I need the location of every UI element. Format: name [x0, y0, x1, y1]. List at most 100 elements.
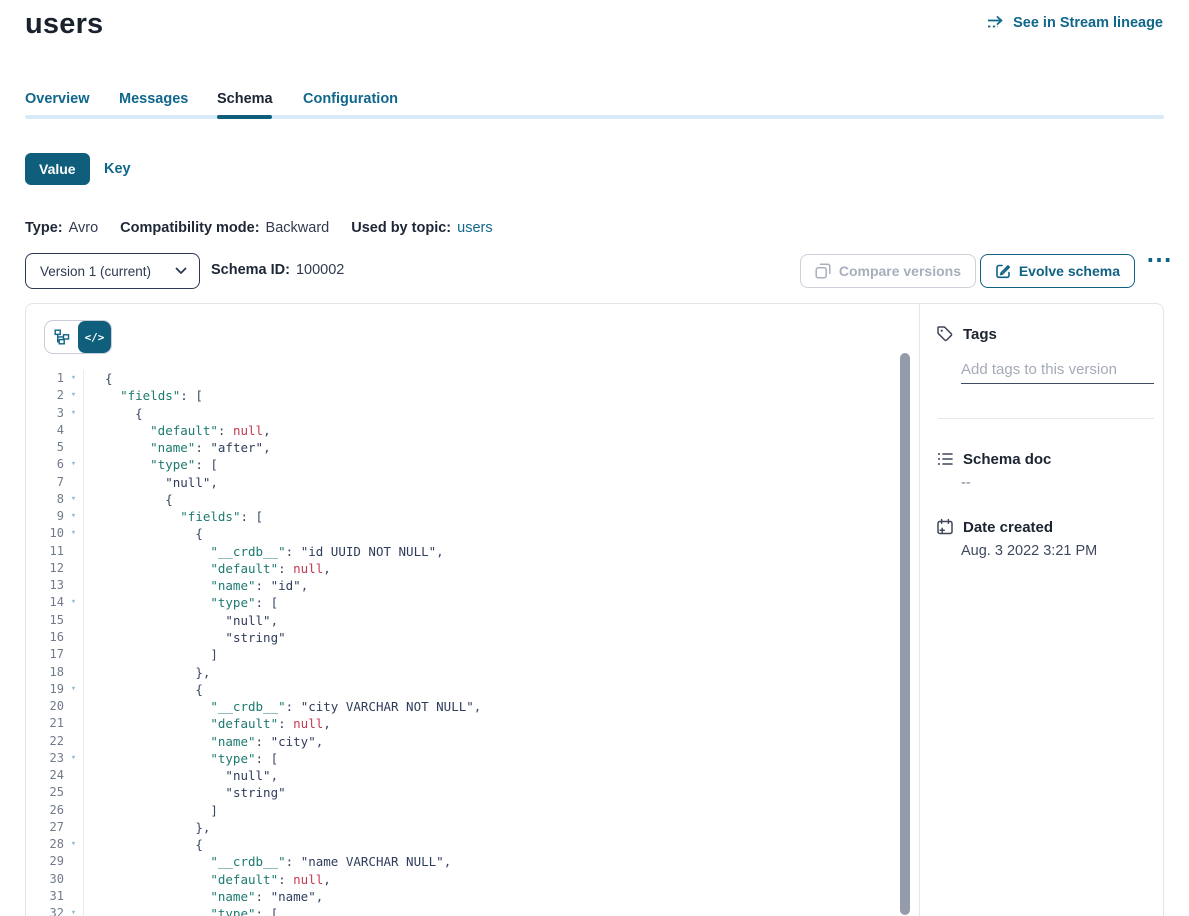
compatibility-value: Backward: [266, 220, 330, 236]
schema-info-sidebar: Tags Schema doc --: [919, 304, 1164, 916]
tab-schema[interactable]: Schema: [217, 91, 273, 107]
line-number: 31: [26, 888, 64, 905]
code-line: 28▾ {: [26, 836, 933, 853]
code-line: 1▾{: [26, 370, 933, 387]
code-text: "type": [: [84, 905, 278, 916]
line-number: 20: [26, 698, 64, 715]
fold-arrow-icon[interactable]: ▾: [64, 905, 84, 916]
fold-gutter: [64, 819, 84, 836]
code-line: 25 "string": [26, 784, 933, 801]
fold-gutter: [64, 733, 84, 750]
tags-section-heading: Tags: [936, 325, 997, 343]
code-line: 30 "default": null,: [26, 871, 933, 888]
line-number: 26: [26, 802, 64, 819]
fold-arrow-icon[interactable]: ▾: [64, 387, 84, 404]
code-line: 8▾ {: [26, 491, 933, 508]
code-line: 17 ]: [26, 646, 933, 663]
line-number: 5: [26, 439, 64, 456]
line-number: 14: [26, 594, 64, 611]
code-text: "null",: [84, 474, 218, 491]
fold-gutter: [64, 715, 84, 732]
stream-lineage-icon: [987, 16, 1006, 31]
code-view-button[interactable]: </>: [78, 321, 111, 353]
schema-id: Schema ID:100002: [211, 262, 344, 278]
code-line: 10▾ {: [26, 525, 933, 542]
line-number: 11: [26, 543, 64, 560]
fold-gutter: [64, 612, 84, 629]
fold-arrow-icon[interactable]: ▾: [64, 525, 84, 542]
line-number: 6: [26, 456, 64, 473]
fold-gutter: [64, 560, 84, 577]
code-text: ]: [84, 802, 218, 819]
line-number: 13: [26, 577, 64, 594]
code-text: "__crdb__": "id UUID NOT NULL",: [84, 543, 444, 560]
line-number: 18: [26, 664, 64, 681]
code-line: 6▾ "type": [: [26, 456, 933, 473]
tree-view-button[interactable]: [45, 321, 78, 353]
fold-arrow-icon[interactable]: ▾: [64, 370, 84, 387]
fold-arrow-icon[interactable]: ▾: [64, 491, 84, 508]
line-number: 12: [26, 560, 64, 577]
code-line: 5 "name": "after",: [26, 439, 933, 456]
code-line: 31 "name": "name",: [26, 888, 933, 905]
add-tags-input[interactable]: [961, 356, 1154, 384]
chevron-down-icon: [175, 267, 187, 275]
line-number: 29: [26, 853, 64, 870]
code-text: "default": null,: [84, 560, 331, 577]
key-toggle-button[interactable]: Key: [104, 161, 131, 177]
code-text: ]: [84, 646, 218, 663]
code-line: 4 "default": null,: [26, 422, 933, 439]
more-actions-button[interactable]: ⋯: [1146, 246, 1173, 272]
fold-gutter: [64, 784, 84, 801]
fold-gutter: [64, 802, 84, 819]
code-line: 12 "default": null,: [26, 560, 933, 577]
fold-gutter: [64, 767, 84, 784]
line-number: 9: [26, 508, 64, 525]
version-select[interactable]: Version 1 (current): [25, 253, 200, 289]
fold-arrow-icon[interactable]: ▾: [64, 594, 84, 611]
date-created-value: Aug. 3 2022 3:21 PM: [961, 543, 1097, 559]
sidebar-divider: [938, 418, 1154, 419]
fold-arrow-icon[interactable]: ▾: [64, 836, 84, 853]
fold-arrow-icon[interactable]: ▾: [64, 405, 84, 422]
code-line: 20 "__crdb__": "city VARCHAR NOT NULL",: [26, 698, 933, 715]
code-line: 19▾ {: [26, 681, 933, 698]
line-number: 24: [26, 767, 64, 784]
code-view-icon: </>: [85, 331, 105, 344]
evolve-schema-button[interactable]: Evolve schema: [980, 254, 1135, 288]
code-line: 29 "__crdb__": "name VARCHAR NULL",: [26, 853, 933, 870]
tab-messages[interactable]: Messages: [119, 91, 188, 107]
fold-gutter: [64, 439, 84, 456]
fold-gutter: [64, 543, 84, 560]
code-line: 3▾ {: [26, 405, 933, 422]
tab-overview[interactable]: Overview: [25, 91, 90, 107]
tree-view-icon: [54, 329, 70, 345]
code-line: 9▾ "fields": [: [26, 508, 933, 525]
fold-arrow-icon[interactable]: ▾: [64, 750, 84, 767]
editor-scrollbar[interactable]: [900, 353, 910, 915]
line-number: 28: [26, 836, 64, 853]
fold-arrow-icon[interactable]: ▾: [64, 508, 84, 525]
topic-link[interactable]: users: [457, 220, 492, 236]
fold-arrow-icon[interactable]: ▾: [64, 681, 84, 698]
code-lines[interactable]: 1▾{2▾ "fields": [3▾ {4 "default": null,5…: [26, 370, 933, 916]
code-line: 13 "name": "id",: [26, 577, 933, 594]
value-toggle-button[interactable]: Value: [25, 153, 90, 185]
compare-versions-button[interactable]: Compare versions: [800, 254, 976, 288]
see-in-stream-lineage-link[interactable]: See in Stream lineage: [987, 15, 1163, 31]
fold-arrow-icon[interactable]: ▾: [64, 456, 84, 473]
fold-gutter: [64, 888, 84, 905]
tab-active-underline: [217, 115, 272, 119]
line-number: 17: [26, 646, 64, 663]
fold-gutter: [64, 871, 84, 888]
fold-gutter: [64, 853, 84, 870]
code-line: 11 "__crdb__": "id UUID NOT NULL",: [26, 543, 933, 560]
line-number: 19: [26, 681, 64, 698]
schema-id-label: Schema ID:: [211, 262, 290, 278]
line-number: 21: [26, 715, 64, 732]
tag-icon: [936, 325, 954, 343]
tab-configuration[interactable]: Configuration: [303, 91, 398, 107]
code-text: },: [84, 819, 210, 836]
code-text: "default": null,: [84, 422, 271, 439]
code-text: },: [84, 664, 210, 681]
